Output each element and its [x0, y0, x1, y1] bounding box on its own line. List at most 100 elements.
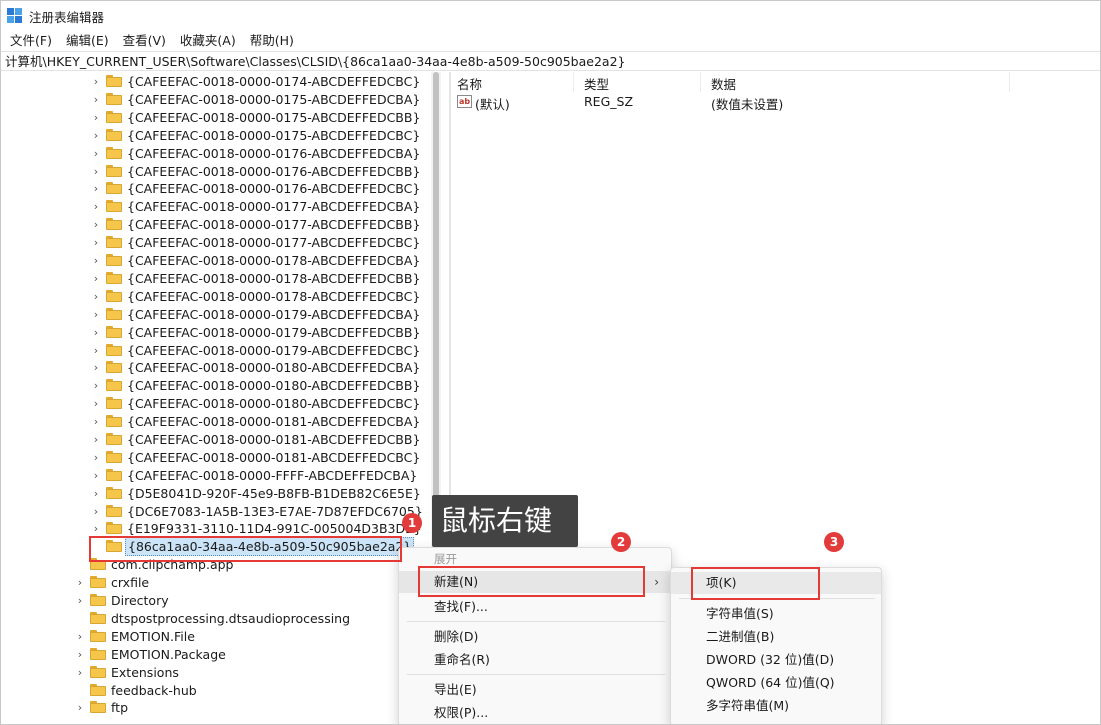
chevron-right-icon[interactable]: ›: [90, 448, 102, 466]
menu-file[interactable]: 文件(F): [3, 31, 59, 51]
column-divider[interactable]: [573, 72, 574, 92]
tree-item[interactable]: › {CAFEEFAC-0018-0000-0176-ABCDEFFEDCBB}: [90, 162, 422, 180]
chevron-right-icon[interactable]: ›: [90, 287, 102, 305]
ctx-rename[interactable]: 重命名(R): [399, 649, 671, 671]
tree-item[interactable]: › {CAFEEFAC-0018-0000-0175-ABCDEFFEDCBA}: [90, 90, 422, 108]
chevron-right-icon[interactable]: ›: [90, 126, 102, 144]
tree-item[interactable]: › {CAFEEFAC-0018-0000-0180-ABCDEFFEDCBB}: [90, 376, 422, 394]
chevron-right-icon[interactable]: ›: [74, 663, 86, 681]
column-divider[interactable]: [1009, 72, 1010, 92]
tree-item[interactable]: › crxfile: [74, 573, 151, 591]
string-value-icon: ab: [457, 95, 472, 108]
tree-item[interactable]: › {E19F9331-3110-11D4-991C-005004D3B3DB}: [90, 519, 424, 537]
tree-item[interactable]: › {CAFEEFAC-0018-0000-0181-ABCDEFFEDCBC}: [90, 448, 422, 466]
tree-item[interactable]: › {CAFEEFAC-0018-0000-0181-ABCDEFFEDCBB}: [90, 430, 422, 448]
tree-item[interactable]: › {D5E8041D-920F-45e9-B8FB-B1DEB82C6E5E}: [90, 484, 423, 502]
ctx-find[interactable]: 查找(F)...: [399, 596, 671, 618]
tree-item[interactable]: › EMOTION.File: [74, 627, 197, 645]
chevron-right-icon[interactable]: ›: [90, 233, 102, 251]
value-type: REG_SZ: [584, 94, 634, 109]
address-bar[interactable]: 计算机\HKEY_CURRENT_USER\Software\Classes\C…: [1, 51, 1100, 71]
chevron-right-icon[interactable]: ›: [90, 341, 102, 359]
chevron-right-icon[interactable]: ›: [90, 323, 102, 341]
chevron-right-icon[interactable]: ›: [90, 90, 102, 108]
chevron-right-icon[interactable]: ›: [90, 376, 102, 394]
tree-item[interactable]: › ftp: [74, 698, 130, 716]
tree-item[interactable]: › {CAFEEFAC-0018-0000-0179-ABCDEFFEDCBA}: [90, 305, 422, 323]
chevron-right-icon[interactable]: ›: [74, 591, 86, 609]
folder-icon: [106, 469, 122, 481]
tree-item[interactable]: › EMOTION.Package: [74, 645, 228, 663]
sub-qword-value[interactable]: QWORD (64 位)值(Q): [671, 672, 881, 694]
chevron-right-icon[interactable]: ›: [90, 394, 102, 412]
chevron-right-icon[interactable]: ›: [90, 162, 102, 180]
menu-help[interactable]: 帮助(H): [243, 31, 301, 51]
chevron-right-icon[interactable]: ›: [90, 502, 102, 520]
tree-item[interactable]: › {CAFEEFAC-0018-0000-0175-ABCDEFFEDCBB}: [90, 108, 422, 126]
folder-icon: [106, 75, 122, 87]
tree-item[interactable]: › {CAFEEFAC-0018-0000-0179-ABCDEFFEDCBB}: [90, 323, 422, 341]
chevron-right-icon[interactable]: ›: [74, 573, 86, 591]
chevron-right-icon[interactable]: ›: [90, 251, 102, 269]
tree-item[interactable]: › {CAFEEFAC-0018-0000-0177-ABCDEFFEDCBA}: [90, 197, 422, 215]
chevron-right-icon[interactable]: ›: [90, 72, 102, 90]
tree-item[interactable]: feedback-hub: [74, 681, 199, 699]
menu-favorites[interactable]: 收藏夹(A): [173, 31, 243, 51]
tree-item-label: Directory: [111, 592, 169, 608]
tree-item[interactable]: › Extensions: [74, 663, 181, 681]
column-header-name[interactable]: 名称: [457, 74, 482, 93]
sub-binary-value[interactable]: 二进制值(B): [671, 626, 881, 648]
chevron-right-icon[interactable]: ›: [90, 144, 102, 162]
chevron-right-icon[interactable]: ›: [90, 430, 102, 448]
chevron-right-icon[interactable]: ›: [90, 484, 102, 502]
tree-item[interactable]: › {CAFEEFAC-0018-0000-0181-ABCDEFFEDCBA}: [90, 412, 422, 430]
chevron-right-icon[interactable]: ›: [74, 627, 86, 645]
sub-dword-value[interactable]: DWORD (32 位)值(D): [671, 649, 881, 671]
column-header-type[interactable]: 类型: [584, 74, 609, 93]
chevron-right-icon[interactable]: ›: [90, 466, 102, 484]
tree-item[interactable]: › Directory: [74, 591, 171, 609]
chevron-right-icon[interactable]: ›: [90, 305, 102, 323]
chevron-right-icon[interactable]: ›: [90, 108, 102, 126]
folder-icon: [106, 397, 122, 409]
chevron-right-icon[interactable]: ›: [74, 645, 86, 663]
column-header-data[interactable]: 数据: [711, 74, 736, 93]
tree-item-label: {CAFEEFAC-0018-0000-0176-ABCDEFFEDCBB}: [127, 163, 421, 179]
tree-item[interactable]: › {DC6E7083-1A5B-13E3-E7AE-7D87EFDC6705}: [90, 502, 425, 520]
chevron-right-icon[interactable]: ›: [90, 269, 102, 287]
registry-tree[interactable]: › {CAFEEFAC-0018-0000-0174-ABCDEFFEDCBC} ›…: [1, 72, 431, 724]
column-divider[interactable]: [700, 72, 701, 92]
tree-item[interactable]: › {CAFEEFAC-0018-0000-0178-ABCDEFFEDCBA}: [90, 251, 422, 269]
tree-item[interactable]: › {CAFEEFAC-0018-0000-0175-ABCDEFFEDCBC}: [90, 126, 422, 144]
chevron-right-icon[interactable]: ›: [90, 179, 102, 197]
chevron-right-icon[interactable]: ›: [90, 197, 102, 215]
tree-item[interactable]: › {CAFEEFAC-0018-0000-0178-ABCDEFFEDCBC}: [90, 287, 422, 305]
tree-item[interactable]: › {CAFEEFAC-0018-0000-0176-ABCDEFFEDCBC}: [90, 179, 422, 197]
tree-item[interactable]: › {CAFEEFAC-0018-0000-0179-ABCDEFFEDCBC}: [90, 341, 422, 359]
chevron-right-icon[interactable]: ›: [90, 358, 102, 376]
menu-bar: 文件(F) 编辑(E) 查看(V) 收藏夹(A) 帮助(H): [1, 31, 301, 51]
chevron-right-icon[interactable]: ›: [90, 412, 102, 430]
ctx-delete[interactable]: 删除(D): [399, 626, 671, 648]
chevron-right-icon[interactable]: ›: [90, 215, 102, 233]
ctx-permissions[interactable]: 权限(P)...: [399, 702, 671, 724]
tree-item[interactable]: › {CAFEEFAC-0018-0000-0177-ABCDEFFEDCBC}: [90, 233, 422, 251]
tree-item[interactable]: › {CAFEEFAC-0018-0000-0180-ABCDEFFEDCBA}: [90, 358, 422, 376]
chevron-right-icon[interactable]: ›: [74, 698, 86, 716]
menu-edit[interactable]: 编辑(E): [59, 31, 116, 51]
tree-item[interactable]: dtspostprocessing.dtsaudioprocessing: [74, 609, 352, 627]
tree-item[interactable]: › {CAFEEFAC-0018-0000-0174-ABCDEFFEDCBC}: [90, 72, 422, 90]
tree-item[interactable]: › {CAFEEFAC-0018-0000-0177-ABCDEFFEDCBB}: [90, 215, 422, 233]
tree-item[interactable]: › {CAFEEFAC-0018-0000-FFFF-ABCDEFFEDCBA}: [90, 466, 419, 484]
folder-icon: [90, 612, 106, 624]
ctx-export[interactable]: 导出(E): [399, 679, 671, 701]
sub-string-value[interactable]: 字符串值(S): [671, 603, 881, 625]
value-row[interactable]: ab (默认) REG_SZ (数值未设置): [453, 93, 1100, 112]
tree-item[interactable]: › {CAFEEFAC-0018-0000-0178-ABCDEFFEDCBB}: [90, 269, 422, 287]
chevron-right-icon[interactable]: ›: [90, 519, 102, 537]
tree-item[interactable]: › {CAFEEFAC-0018-0000-0180-ABCDEFFEDCBC}: [90, 394, 422, 412]
tree-item[interactable]: › {CAFEEFAC-0018-0000-0176-ABCDEFFEDCBA}: [90, 144, 422, 162]
sub-multi-string-value[interactable]: 多字符串值(M): [671, 695, 881, 717]
right-click-tooltip: 鼠标右键: [432, 495, 578, 547]
menu-view[interactable]: 查看(V): [116, 31, 173, 51]
